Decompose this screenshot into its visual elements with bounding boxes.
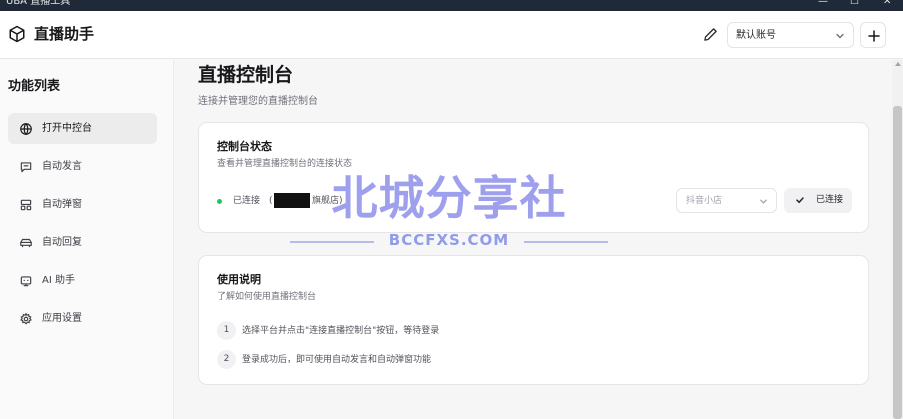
- close-button[interactable]: ✕: [883, 0, 891, 8]
- shop-name-open-paren: (: [269, 196, 273, 206]
- sidebar-item-label: 打开中控台: [42, 123, 92, 134]
- help-card: 使用说明 了解如何使用直播控制台 1 选择平台并点击"连接直播控制台"按钮，等待…: [198, 255, 869, 385]
- app-header: 直播助手 默认账号: [0, 11, 903, 59]
- sidebar-item-console[interactable]: 打开中控台: [8, 113, 157, 144]
- redacted-block: [274, 193, 310, 208]
- robot-icon: [20, 276, 32, 287]
- sidebar-item-label: AI 助手: [42, 275, 75, 286]
- window-titlebar: UBA 直播工具 — ☐ ✕: [0, 0, 903, 11]
- status-card-title: 控制台状态: [217, 140, 272, 153]
- status-card: 控制台状态 查看并管理直播控制台的连接状态 已连接 ( 旗舰店) 抖音小店 已连…: [198, 122, 869, 233]
- sidebar-item-auto-message[interactable]: 自动发言: [8, 151, 157, 182]
- plus-icon: [868, 30, 880, 42]
- gear-icon: [20, 312, 32, 325]
- sidebar: 功能列表 打开中控台 自动发言 自动弹窗 自动回复 AI 助手 应用设置: [0, 60, 174, 419]
- sidebar-item-label: 自动发言: [42, 161, 82, 172]
- platform-select[interactable]: 抖音小店: [676, 188, 777, 213]
- step-text: 选择平台并点击"连接直播控制台"按钮，等待登录: [242, 326, 440, 336]
- main-content: 直播控制台 连接并管理您的直播控制台 控制台状态 查看并管理直播控制台的连接状态…: [175, 60, 892, 419]
- account-select[interactable]: 默认账号: [727, 22, 854, 48]
- pencil-icon[interactable]: [703, 27, 718, 42]
- chevron-down-icon: [760, 199, 767, 204]
- sidebar-item-auto-reply[interactable]: 自动回复: [8, 227, 157, 258]
- status-card-description: 查看并管理直播控制台的连接状态: [217, 159, 353, 169]
- status-dot-icon: [217, 199, 222, 204]
- shop-name: 旗舰店): [312, 196, 343, 206]
- minimize-button[interactable]: —: [818, 0, 828, 8]
- account-select-value: 默认账号: [736, 30, 776, 41]
- help-card-title: 使用说明: [217, 273, 261, 286]
- sidebar-item-ai-assistant[interactable]: AI 助手: [8, 265, 157, 296]
- help-card-description: 了解如何使用直播控制台: [217, 292, 317, 302]
- package-icon: [9, 25, 25, 43]
- sidebar-item-settings[interactable]: 应用设置: [8, 303, 157, 334]
- scroll-up-arrow-icon[interactable]: [895, 62, 901, 66]
- main-scrollbar[interactable]: [892, 60, 903, 419]
- sidebar-item-auto-popup[interactable]: 自动弹窗: [8, 189, 157, 220]
- window-title: UBA 直播工具: [6, 0, 71, 7]
- add-account-button[interactable]: [860, 22, 886, 48]
- page-subtitle: 连接并管理您的直播控制台: [198, 96, 318, 107]
- step-number: 2: [217, 350, 236, 369]
- sidebar-item-label: 自动弹窗: [42, 199, 82, 210]
- chevron-down-icon: [836, 33, 844, 39]
- step-text: 登录成功后，即可使用自动发言和自动弹窗功能: [242, 355, 432, 365]
- car-icon: [20, 238, 32, 248]
- connected-button[interactable]: 已连接: [784, 188, 852, 213]
- connected-button-label: 已连接: [816, 195, 844, 205]
- scrollbar-thumb[interactable]: [893, 106, 902, 419]
- layout-icon: [20, 199, 32, 211]
- globe-icon: [20, 123, 32, 136]
- page-title: 直播控制台: [198, 64, 294, 86]
- message-icon: [20, 162, 32, 173]
- maximize-button[interactable]: ☐: [850, 0, 859, 8]
- sidebar-title: 功能列表: [8, 79, 61, 94]
- connection-status: 已连接: [233, 196, 261, 206]
- sidebar-item-label: 应用设置: [42, 313, 82, 324]
- platform-select-value: 抖音小店: [686, 196, 723, 206]
- app-name: 直播助手: [34, 25, 95, 43]
- sidebar-item-label: 自动回复: [42, 237, 82, 248]
- check-icon: [796, 197, 804, 204]
- step-number: 1: [217, 321, 236, 340]
